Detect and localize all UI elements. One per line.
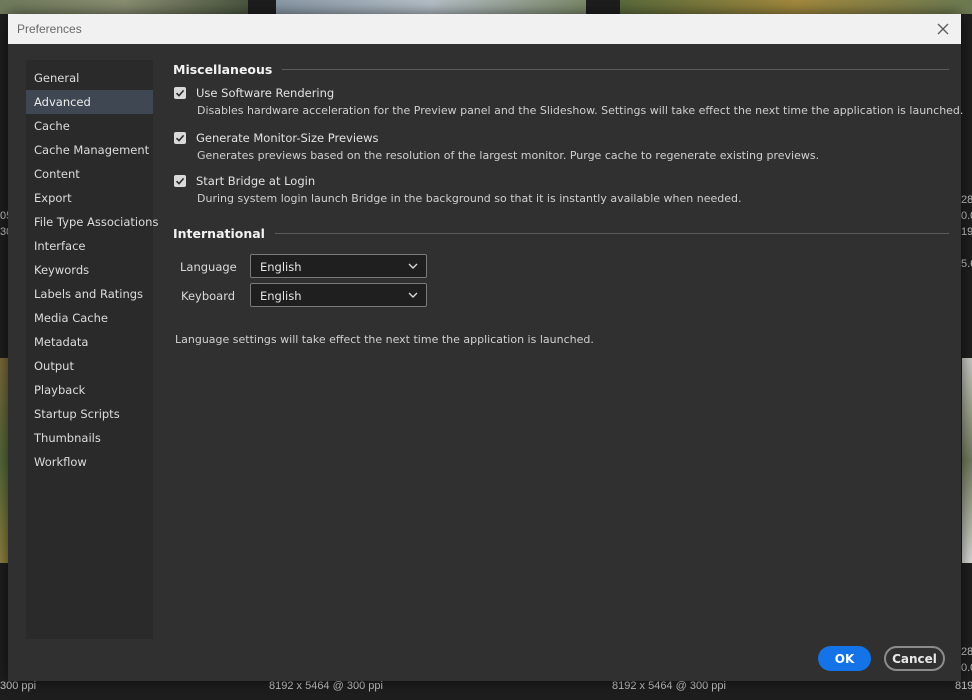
chevron-down-icon <box>408 263 418 269</box>
sidebar-item-cache[interactable]: Cache <box>26 114 153 138</box>
section-heading: International <box>173 226 265 241</box>
option-description: Generates previews based on the resoluti… <box>197 149 820 162</box>
sidebar-item-workflow[interactable]: Workflow <box>26 450 153 474</box>
sidebar-item-playback[interactable]: Playback <box>26 378 153 402</box>
sidebar-item-content[interactable]: Content <box>26 162 153 186</box>
use-software-rendering-checkbox[interactable] <box>174 87 186 99</box>
language-label: Language <box>180 260 237 274</box>
thumbnail-caption: 8192 x 5464 @ 300 ppi <box>269 680 383 692</box>
section-divider <box>282 69 949 70</box>
keyboard-select[interactable]: English <box>250 283 427 307</box>
section-international: International <box>173 226 949 241</box>
sidebar-item-cache-management[interactable]: Cache Management <box>26 138 153 162</box>
thumbnail-caption: 8192 x 5464 @ 300 ppi <box>612 680 726 692</box>
sidebar-item-startup-scripts[interactable]: Startup Scripts <box>26 402 153 426</box>
option-description: Disables hardware acceleration for the P… <box>197 104 964 117</box>
section-miscellaneous: Miscellaneous <box>173 62 949 77</box>
preferences-dialog: Preferences General Advanced Cache Cache… <box>8 14 964 681</box>
thumbnail-caption: 0.0 <box>961 210 972 222</box>
thumbnail-image[interactable] <box>0 358 8 563</box>
sidebar-item-metadata[interactable]: Metadata <box>26 330 153 354</box>
close-button[interactable] <box>933 19 953 39</box>
ok-button[interactable]: OK <box>818 646 871 671</box>
option-label: Use Software Rendering <box>196 86 335 100</box>
sidebar-item-labels-and-ratings[interactable]: Labels and Ratings <box>26 282 153 306</box>
section-heading: Miscellaneous <box>173 62 273 77</box>
sidebar-item-keywords[interactable]: Keywords <box>26 258 153 282</box>
thumbnail-caption: 0.0 <box>961 662 972 674</box>
close-icon <box>937 23 949 35</box>
generate-monitor-size-previews-checkbox[interactable] <box>174 132 186 144</box>
language-value: English <box>260 260 302 274</box>
thumbnail-image[interactable] <box>276 0 586 14</box>
thumbnail-caption: 300 ppi <box>0 680 37 692</box>
checkmark-icon <box>175 89 185 97</box>
sidebar-item-advanced[interactable]: Advanced <box>26 90 153 114</box>
checkmark-icon <box>175 134 185 142</box>
thumbnail-caption: 5.6 <box>961 258 972 270</box>
dialog-titlebar: Preferences <box>8 14 961 44</box>
thumbnail-caption: 28 <box>961 646 972 658</box>
option-description: During system login launch Bridge in the… <box>197 192 742 205</box>
keyboard-label: Keyboard <box>181 289 236 303</box>
language-note: Language settings will take effect the n… <box>175 333 594 346</box>
sidebar-item-output[interactable]: Output <box>26 354 153 378</box>
checkmark-icon <box>175 177 185 185</box>
sidebar-item-general[interactable]: General <box>26 66 153 90</box>
sidebar-item-thumbnails[interactable]: Thumbnails <box>26 426 153 450</box>
cancel-button[interactable]: Cancel <box>884 646 945 671</box>
sidebar-item-media-cache[interactable]: Media Cache <box>26 306 153 330</box>
thumbnail-image[interactable] <box>962 358 972 563</box>
keyboard-value: English <box>260 289 302 303</box>
thumbnail-caption: 819 <box>955 680 972 692</box>
language-select[interactable]: English <box>250 254 427 278</box>
sidebar-item-export[interactable]: Export <box>26 186 153 210</box>
dialog-title: Preferences <box>17 22 82 36</box>
thumbnail-image[interactable] <box>620 0 972 14</box>
thumbnail-caption: 28 <box>961 194 972 206</box>
sidebar-item-interface[interactable]: Interface <box>26 234 153 258</box>
sidebar-item-file-type-associations[interactable]: File Type Associations <box>26 210 158 234</box>
thumbnail-caption: 19 <box>961 226 972 238</box>
start-bridge-at-login-checkbox[interactable] <box>174 175 186 187</box>
option-label: Generate Monitor-Size Previews <box>196 131 379 145</box>
option-label: Start Bridge at Login <box>196 174 316 188</box>
chevron-down-icon <box>408 292 418 298</box>
preferences-sidebar: General Advanced Cache Cache Management … <box>26 60 158 639</box>
section-divider <box>274 233 949 234</box>
thumbnail-image[interactable] <box>0 0 248 14</box>
